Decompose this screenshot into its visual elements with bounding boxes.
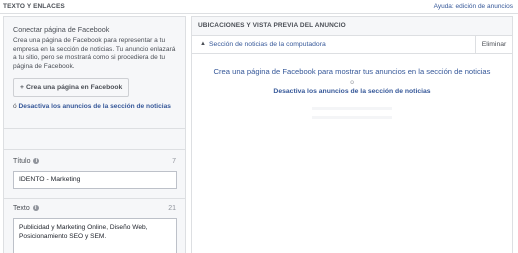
connect-description: Crea una página de Facebook para represe… <box>13 37 176 70</box>
title-label-row: Título i 7 <box>13 158 176 168</box>
top-bar: TEXTO Y ENLACES Ayuda: edición de anunci… <box>0 0 518 14</box>
create-page-button[interactable]: + Crea una página en Facebook <box>13 78 130 98</box>
info-icon[interactable]: i <box>32 205 39 212</box>
title-card: Título i 7 IDENTO - Marketing <box>4 149 185 199</box>
preview-message[interactable]: Crea una página de Facebook para mostrar… <box>192 67 512 76</box>
remove-button[interactable]: Eliminar <box>475 36 512 53</box>
text-textarea[interactable]: Publicidad y Marketing Online, Diseño We… <box>13 218 177 253</box>
preview-or: o <box>350 79 354 86</box>
text-label-row: Texto i 21 <box>13 205 176 215</box>
title-label: Título <box>13 158 31 165</box>
placeholder-line <box>312 107 392 110</box>
info-icon[interactable]: i <box>33 158 40 165</box>
create-page-button-label: Crea una página en Facebook <box>25 84 123 92</box>
title-char-count: 7 <box>172 158 176 165</box>
text-char-count: 21 <box>168 205 176 212</box>
preview-area: Crea una página de Facebook para mostrar… <box>192 55 512 95</box>
preview-deactivate-link[interactable]: Desactiva los anuncios de la sección de … <box>192 88 512 95</box>
preview-placeholder <box>312 107 392 125</box>
deactivate-line: ó Desactiva los anuncios de la sección d… <box>13 103 176 112</box>
preview-header: UBICACIONES Y VISTA PREVIA DEL ANUNCIO <box>192 17 512 36</box>
preview-panel: UBICACIONES Y VISTA PREVIA DEL ANUNCIO ▲… <box>191 16 513 253</box>
plus-icon: + <box>20 84 24 92</box>
placeholder-line <box>312 116 392 119</box>
connect-page-card: Conectar página de Facebook Crea una pág… <box>4 17 185 129</box>
section-title: TEXTO Y ENLACES <box>3 3 65 10</box>
text-label: Texto <box>13 205 30 212</box>
text-card: Texto i 21 Publicidad y Marketing Online… <box>4 199 185 253</box>
placement-label[interactable]: Sección de noticias de la computadora <box>209 41 326 48</box>
connect-title: Conectar página de Facebook <box>13 25 110 34</box>
title-input[interactable]: IDENTO - Marketing <box>13 171 177 189</box>
help-link[interactable]: Ayuda: edición de anuncios <box>434 3 513 10</box>
deactivate-newsfeed-link[interactable]: Desactiva los anuncios de la sección de … <box>19 103 171 110</box>
or-prefix: ó <box>13 103 17 111</box>
placement-row[interactable]: ▲ Sección de noticias de la computadora … <box>192 36 512 54</box>
triangle-down-icon[interactable]: ▲ <box>200 41 206 47</box>
left-panel: Conectar página de Facebook Crea una pág… <box>3 16 186 253</box>
